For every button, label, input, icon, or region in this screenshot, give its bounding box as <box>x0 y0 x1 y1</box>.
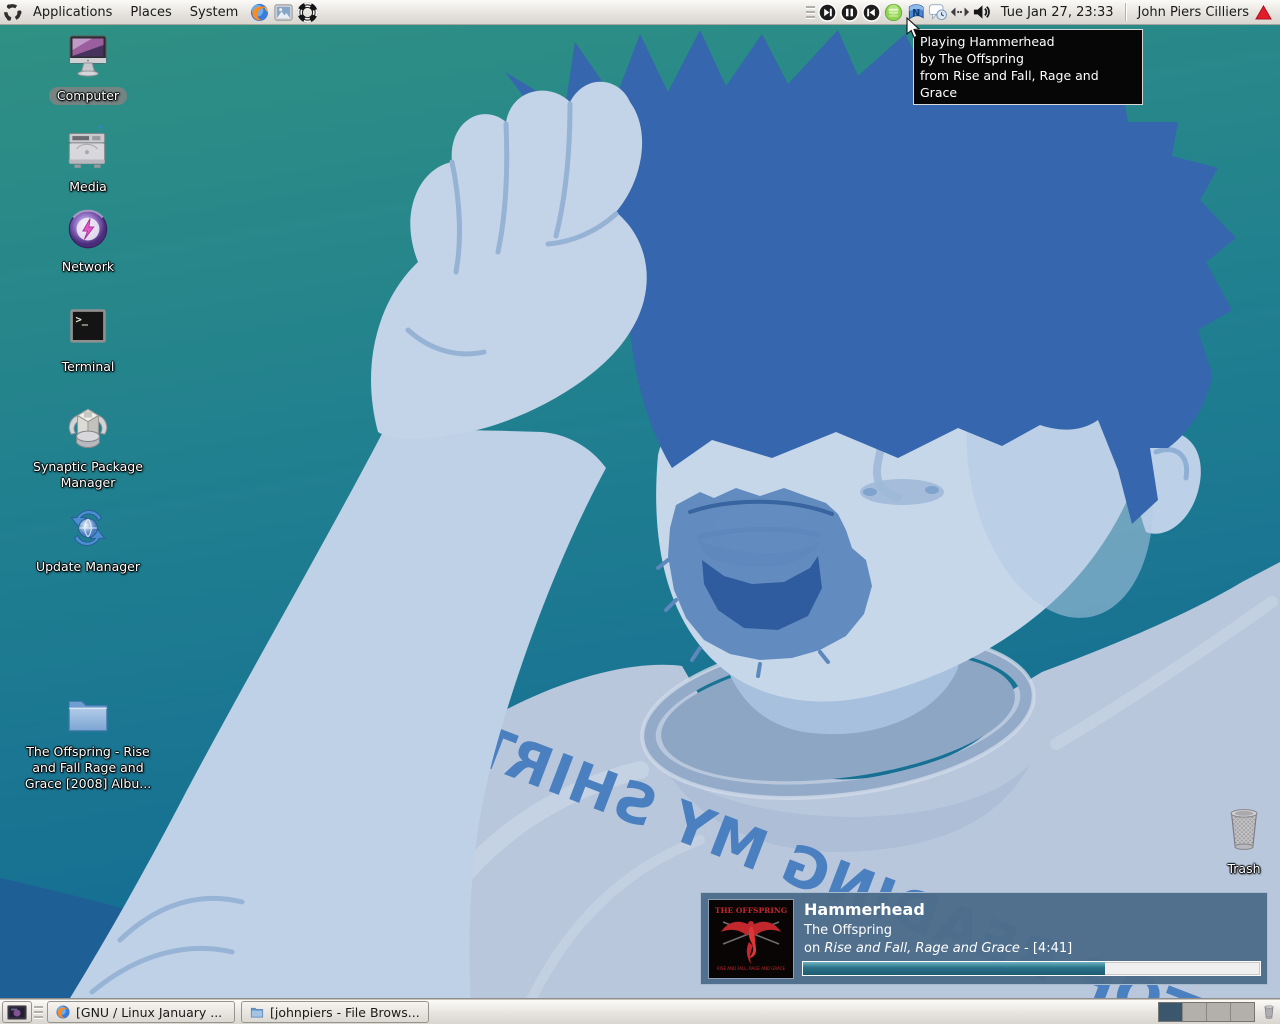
folder-icon <box>63 690 113 742</box>
user-name-label: John Piers Cilliers <box>1138 5 1249 20</box>
now-playing-notification: THE OFFSPRING RISE AND FALL, RAGE AND GR… <box>700 892 1268 985</box>
desktop-icon-computer[interactable]: Computer <box>13 33 163 105</box>
menu-system[interactable]: System <box>181 0 247 24</box>
media-pause-icon[interactable] <box>840 2 860 22</box>
mouse-cursor <box>906 17 921 39</box>
firefox-launcher-icon[interactable] <box>248 1 270 23</box>
tooltip-line-2: by The Offspring <box>920 50 1136 67</box>
folder-task-icon <box>249 1005 265 1019</box>
show-desktop-button[interactable] <box>2 1001 32 1023</box>
desktop-icon-media[interactable]: ♪ Media <box>13 121 163 195</box>
top-panel: Applications Places System <box>0 0 1280 25</box>
menu-applications[interactable]: Applications <box>24 0 121 24</box>
workspace-1[interactable] <box>1159 1003 1183 1021</box>
media-previous-icon[interactable] <box>862 2 882 22</box>
now-playing-tooltip: Playing Hammerhead by The Offspring from… <box>913 29 1143 105</box>
desktop-icon-network[interactable]: Network <box>13 203 163 275</box>
taskbar-drag-handle[interactable] <box>34 1003 43 1021</box>
task-button-title: [johnpiers - File Brows... <box>270 1005 420 1020</box>
desktop-icon-label: Terminal <box>13 359 163 375</box>
desktop-icon-label: Network <box>13 259 163 275</box>
terminal-icon: >_ <box>63 303 113 357</box>
volume-icon[interactable] <box>972 2 992 22</box>
desktop-icon-update-manager[interactable]: Update Manager <box>13 503 163 575</box>
distro-menu-icon[interactable] <box>1 1 23 23</box>
desktop-icon-label: Computer <box>13 87 163 105</box>
album-suffix: - [4:41] <box>1020 941 1072 956</box>
exaile-player-tray-icon[interactable] <box>884 2 904 22</box>
desktop-wallpaper: STOP READING MY SHIRT <box>0 0 1280 1024</box>
show-desktop-icon <box>7 1005 27 1020</box>
album-art-band-text: THE OFFSPRING <box>715 906 787 915</box>
trash-icon <box>1219 803 1269 859</box>
trash-applet[interactable] <box>1261 1003 1277 1021</box>
panel-separator <box>1125 3 1127 21</box>
menu-places[interactable]: Places <box>121 0 180 24</box>
album-art: THE OFFSPRING RISE AND FALL, RAGE AND GR… <box>708 899 794 979</box>
panel-clock[interactable]: Tue Jan 27, 23:33 <box>993 5 1122 20</box>
desktop-icon-trash[interactable]: Trash <box>1169 803 1280 877</box>
computer-icon <box>63 33 113 85</box>
desktop-icon-terminal[interactable]: >_ Terminal <box>13 303 163 375</box>
desktop-icon-synaptic[interactable]: Synaptic Package Manager <box>13 403 163 491</box>
tooltip-line-3: from Rise and Fall, Rage and Grace <box>920 67 1136 101</box>
workspace-4[interactable] <box>1231 1003 1254 1021</box>
notification-progress-bar <box>802 961 1261 976</box>
workspace-2[interactable] <box>1183 1003 1207 1021</box>
message-clock-tray-icon[interactable] <box>928 2 948 22</box>
notification-album-line: on Rise and Fall, Rage and Grace - [4:41… <box>804 941 1072 956</box>
album-title: Rise and Fall, Rage and Grace <box>824 941 1020 956</box>
desktop-icon-label: Trash <box>1169 861 1280 877</box>
workspace-switcher <box>1158 1002 1255 1022</box>
menu-system-label: System <box>190 5 238 20</box>
task-button-file-browser[interactable]: [johnpiers - File Brows... <box>241 1001 429 1023</box>
image-viewer-launcher-icon[interactable] <box>272 1 294 23</box>
notification-artist: The Offspring <box>804 923 892 938</box>
tooltip-line-1: Playing Hammerhead <box>920 33 1136 50</box>
task-button-browser[interactable]: [GNU / Linux January ... <box>47 1001 235 1023</box>
task-button-title: [GNU / Linux January ... <box>76 1005 222 1020</box>
user-switcher[interactable]: John Piers Cilliers <box>1130 5 1280 20</box>
desktop-icon-label: Synaptic Package Manager <box>13 459 163 491</box>
warning-triangle-icon <box>1255 5 1272 20</box>
trash-applet-icon <box>1261 1003 1277 1021</box>
update-manager-icon <box>63 503 113 557</box>
bottom-panel: [GNU / Linux January ... [johnpiers - Fi… <box>0 999 1280 1024</box>
desktop-icon-label: Update Manager <box>13 559 163 575</box>
media-drive-icon: ♪ <box>63 121 113 177</box>
media-next-icon[interactable] <box>818 2 838 22</box>
album-art-caption-text: RISE AND FALL, RAGE AND GRACE <box>717 966 785 971</box>
desktop-icon-label: Media <box>13 179 163 195</box>
network-icon <box>63 203 113 257</box>
album-prefix: on <box>804 941 824 956</box>
menu-applications-label: Applications <box>33 5 112 20</box>
firefox-task-icon <box>55 1004 71 1020</box>
workspace-3[interactable] <box>1207 1003 1231 1021</box>
tray-drag-handle[interactable] <box>806 3 815 21</box>
desktop-icon-label: The Offspring - Rise and Fall Rage and G… <box>13 744 163 792</box>
help-launcher-icon[interactable] <box>296 1 318 23</box>
svg-text:>_: >_ <box>76 314 89 326</box>
network-transfer-tray-icon[interactable] <box>950 2 970 22</box>
notification-progress-fill <box>803 962 1105 975</box>
desktop-icon-offspring-folder[interactable]: The Offspring - Rise and Fall Rage and G… <box>13 690 163 792</box>
notification-track-title: Hammerhead <box>804 900 925 919</box>
synaptic-package-icon <box>63 403 113 457</box>
menu-places-label: Places <box>130 5 171 20</box>
